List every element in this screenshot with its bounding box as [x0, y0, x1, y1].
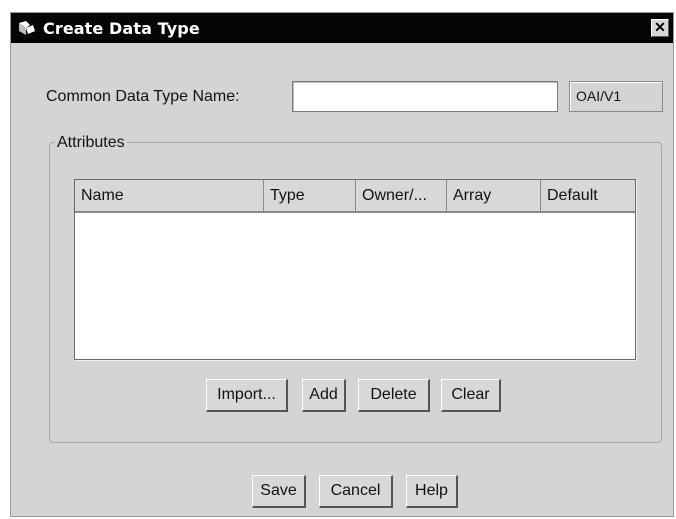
- help-button[interactable]: Help: [406, 475, 458, 508]
- column-header-owner[interactable]: Owner/...: [356, 180, 447, 211]
- create-data-type-dialog: Create Data Type ✕ Common Data Type Name…: [10, 12, 674, 517]
- close-icon[interactable]: ✕: [651, 19, 669, 37]
- attributes-group-label: Attributes: [55, 134, 127, 152]
- clear-button[interactable]: Clear: [441, 379, 501, 412]
- save-button[interactable]: Save: [252, 475, 306, 508]
- cancel-button[interactable]: Cancel: [319, 475, 393, 508]
- import-button[interactable]: Import...: [206, 379, 288, 412]
- delete-button[interactable]: Delete: [358, 379, 430, 412]
- common-data-type-name-label: Common Data Type Name:: [46, 88, 240, 105]
- window-title: Create Data Type: [43, 19, 200, 38]
- table-header: Name Type Owner/... Array Default: [75, 180, 635, 213]
- attributes-table[interactable]: Name Type Owner/... Array Default: [74, 179, 636, 360]
- version-field: OAI/V1: [569, 81, 663, 112]
- column-header-default[interactable]: Default: [541, 180, 635, 211]
- add-button[interactable]: Add: [302, 379, 346, 412]
- common-data-type-name-input[interactable]: [292, 81, 558, 112]
- app-icon: [17, 19, 37, 37]
- column-header-type[interactable]: Type: [264, 180, 356, 211]
- column-header-name[interactable]: Name: [75, 180, 264, 211]
- title-bar[interactable]: Create Data Type ✕: [11, 13, 673, 43]
- column-header-array[interactable]: Array: [447, 180, 541, 211]
